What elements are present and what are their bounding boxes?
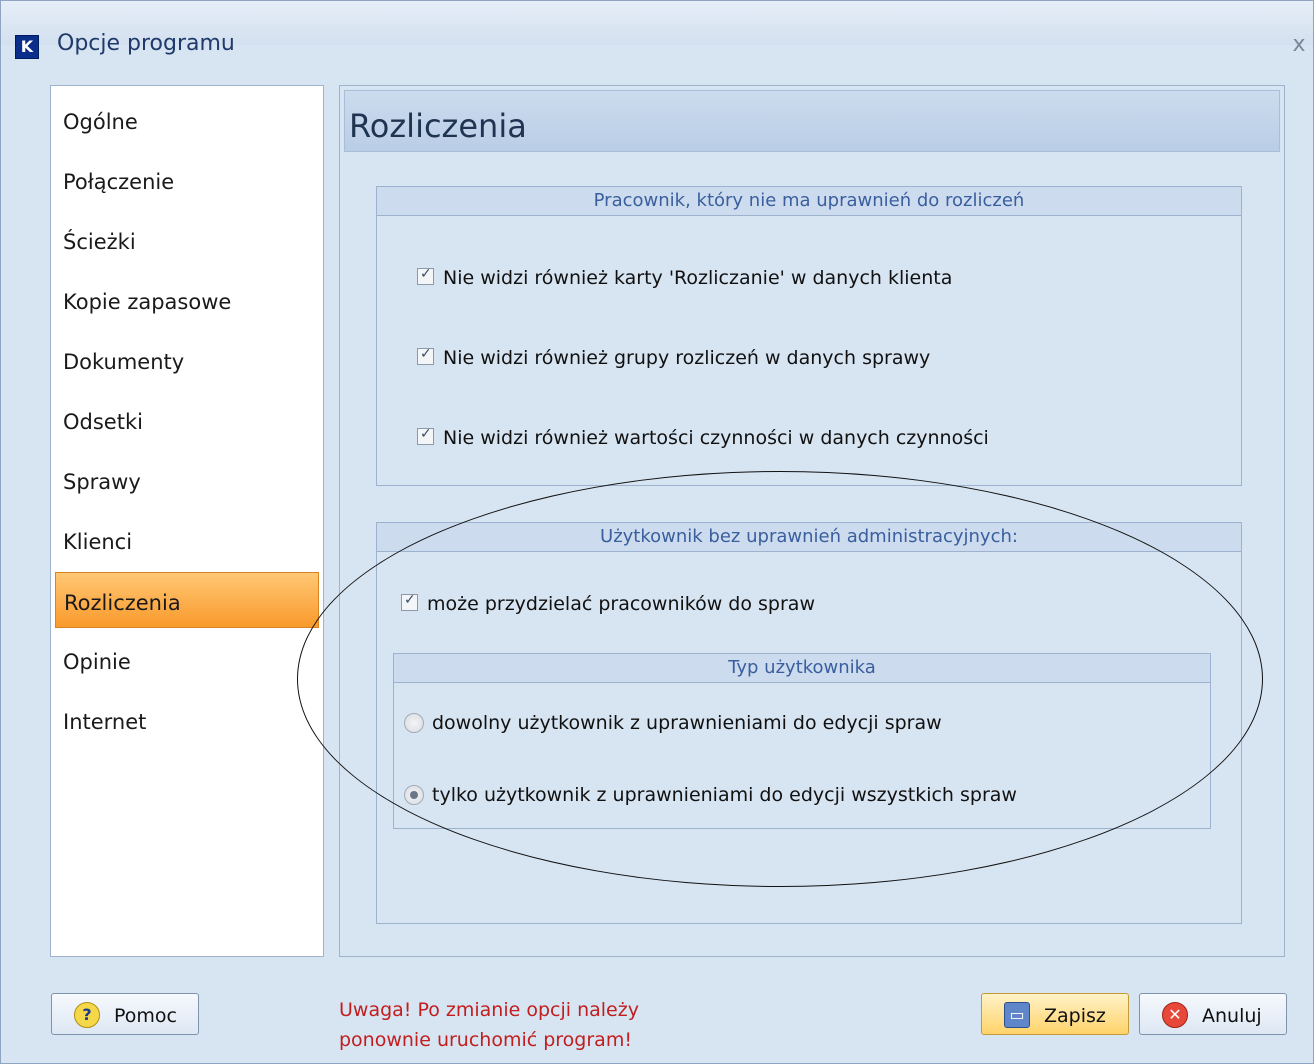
nav-item-sprawy[interactable]: Sprawy: [55, 452, 319, 508]
cancel-icon: ✕: [1162, 1002, 1188, 1028]
restart-warning: Uwaga! Po zmianie opcji należy ponownie …: [339, 995, 759, 1055]
nav-item-dokumenty[interactable]: Dokumenty: [55, 332, 319, 388]
window-title: Opcje programu: [57, 31, 235, 56]
page-header: Rozliczenia: [344, 90, 1280, 152]
nav-item-sciezki[interactable]: Ścieżki: [55, 212, 319, 268]
checkbox[interactable]: [417, 426, 434, 445]
nav-item-polaczenie[interactable]: Połączenie: [55, 152, 319, 208]
nav-item-label: Dokumenty: [63, 350, 185, 374]
cancel-button[interactable]: ✕ Anuluj: [1139, 993, 1287, 1035]
nav-item-label: Opinie: [63, 650, 131, 674]
nav-item-ogolne[interactable]: Ogólne: [55, 92, 319, 148]
checkbox[interactable]: [417, 346, 434, 365]
app-logo-icon: K: [15, 35, 39, 59]
nav-item-label: Sprawy: [63, 470, 141, 494]
floppy-disk-icon: ▭: [1004, 1002, 1030, 1028]
nav-item-label: Odsetki: [63, 410, 143, 434]
option-label: Nie widzi również karty 'Rozliczanie' w …: [443, 267, 953, 289]
options-window: K Opcje programu x Ogólne Połączenie Ści…: [0, 0, 1314, 1064]
group-no-billing-rights: Pracownik, który nie ma uprawnień do roz…: [376, 186, 1242, 486]
cancel-button-label: Anuluj: [1202, 1005, 1262, 1027]
nav-item-label: Połączenie: [63, 170, 175, 194]
checkbox[interactable]: [417, 266, 434, 285]
help-button[interactable]: ? Pomoc: [51, 993, 199, 1035]
help-button-label: Pomoc: [114, 1005, 177, 1027]
close-button[interactable]: x: [1287, 33, 1311, 57]
page-title: Rozliczenia: [349, 107, 527, 145]
group-title: Pracownik, który nie ma uprawnień do roz…: [377, 187, 1241, 216]
nav-item-internet[interactable]: Internet: [55, 692, 319, 748]
nav-item-label: Kopie zapasowe: [63, 290, 232, 314]
nav-item-kopie-zapasowe[interactable]: Kopie zapasowe: [55, 272, 319, 328]
warning-line-2: ponownie uruchomić program!: [339, 1029, 632, 1051]
options-nav-list: Ogólne Połączenie Ścieżki Kopie zapasowe…: [50, 85, 324, 957]
nav-item-label: Ścieżki: [63, 230, 136, 254]
nav-item-label: Rozliczenia: [64, 591, 181, 615]
nav-item-label: Internet: [63, 710, 147, 734]
nav-item-label: Ogólne: [63, 110, 138, 134]
nav-item-opinie[interactable]: Opinie: [55, 632, 319, 688]
help-icon: ?: [74, 1002, 100, 1028]
save-button-label: Zapisz: [1044, 1005, 1106, 1027]
warning-line-1: Uwaga! Po zmianie opcji należy: [339, 999, 639, 1021]
save-button[interactable]: ▭ Zapisz: [981, 993, 1129, 1035]
highlight-ellipse: [297, 471, 1263, 887]
nav-item-label: Klienci: [63, 530, 133, 554]
nav-item-rozliczenia[interactable]: Rozliczenia: [55, 572, 319, 628]
nav-item-odsetki[interactable]: Odsetki: [55, 392, 319, 448]
option-label: Nie widzi również wartości czynności w d…: [443, 427, 989, 449]
nav-item-klienci[interactable]: Klienci: [55, 512, 319, 568]
option-label: Nie widzi również grupy rozliczeń w dany…: [443, 347, 931, 369]
